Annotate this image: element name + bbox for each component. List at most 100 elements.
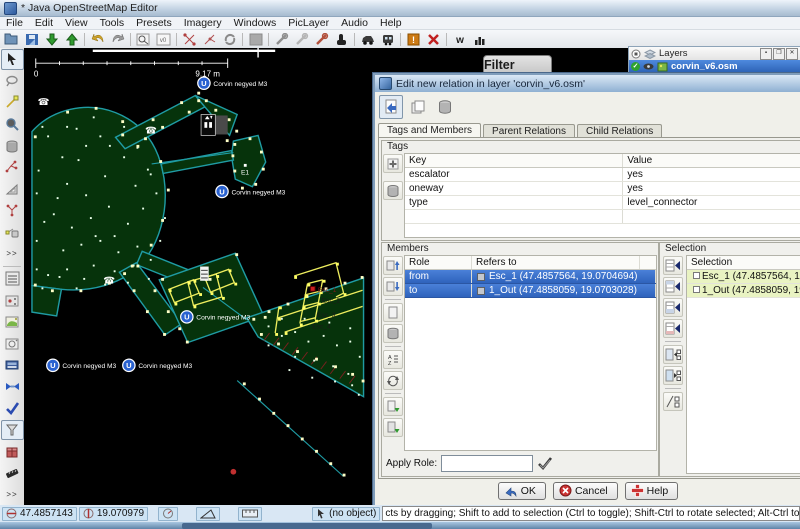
photo-icon[interactable] (1, 333, 24, 354)
undo-icon[interactable] (88, 31, 107, 48)
unglue-icon[interactable] (180, 31, 199, 48)
tab-tags-and-members[interactable]: Tags and Members (378, 123, 482, 138)
menu-audio[interactable]: Audio (335, 17, 374, 29)
menu-view[interactable]: View (59, 17, 94, 29)
menu-imagery[interactable]: Imagery (178, 17, 228, 29)
reverse-order-icon[interactable] (383, 371, 403, 390)
menu-windows[interactable]: Windows (228, 17, 283, 29)
create-node-tool-icon[interactable] (1, 222, 24, 243)
esc1-selected-node[interactable] (309, 286, 316, 292)
download-icon[interactable] (42, 31, 61, 48)
follow-hand-icon[interactable] (332, 31, 351, 48)
tag-row-type[interactable]: type level_connector (405, 196, 800, 210)
imagery-icon[interactable] (1, 312, 24, 333)
zoom-selection-icon[interactable] (134, 31, 153, 48)
add-selection-at-end-icon[interactable] (663, 319, 683, 338)
synchronize-icon[interactable] (220, 31, 239, 48)
download-incomplete-members-icon[interactable] (383, 418, 403, 437)
selection-row-1out[interactable]: 1_Out (47.4858059, 19.0703028) (687, 284, 800, 298)
menu-edit[interactable]: Edit (29, 17, 59, 29)
move-node-tool-icon[interactable] (1, 157, 24, 178)
public-transport-icon[interactable] (378, 31, 397, 48)
split-way-icon[interactable] (200, 31, 219, 48)
map-paint-1-icon[interactable] (272, 31, 291, 48)
more-tools-expander[interactable]: >> (1, 243, 24, 264)
measure-icon[interactable] (1, 463, 24, 484)
terminal-icon[interactable] (1, 355, 24, 376)
open-icon[interactable] (2, 31, 21, 48)
map-paint-2-icon[interactable] (292, 31, 311, 48)
delete-tag-icon[interactable] (383, 181, 403, 200)
apply-role-confirm-icon[interactable] (537, 456, 553, 470)
remove-member-icon[interactable] (383, 324, 403, 343)
tag-row-escalator[interactable]: escalator yes (405, 168, 800, 182)
move-member-down-icon[interactable] (383, 277, 403, 296)
layer-visible-eye-icon[interactable] (643, 62, 654, 71)
warning-icon[interactable]: ! (404, 31, 423, 48)
draw-node-tool-icon[interactable] (1, 92, 24, 113)
tag-row-oneway[interactable]: oneway yes (405, 182, 800, 196)
layer-active-check-icon[interactable]: ✓ (631, 62, 640, 71)
default-zoom-icon[interactable]: v0 (154, 31, 173, 48)
conflict-icon[interactable] (1, 377, 24, 398)
wikipedia-icon[interactable]: w (450, 31, 469, 48)
map-paint-3-icon[interactable] (312, 31, 331, 48)
apply-role-input[interactable] (441, 454, 534, 472)
ok-button[interactable]: OK (497, 482, 546, 500)
member-row-from[interactable]: from Esc_1 (47.4857564, 19.0704694) (405, 270, 656, 284)
delete-tool-icon[interactable] (1, 135, 24, 156)
sort-members-icon[interactable]: AZ (383, 350, 403, 369)
filter-icon[interactable] (0, 419, 24, 441)
menu-tools[interactable]: Tools (94, 17, 131, 29)
save-icon[interactable] (22, 31, 41, 48)
tab-parent-relations[interactable]: Parent Relations (483, 124, 575, 138)
zoom-tool-icon[interactable] (1, 114, 24, 135)
lasso-tool-icon[interactable] (1, 71, 24, 92)
layers-window-button[interactable]: ❐ (773, 47, 785, 60)
layers-stick-button[interactable]: ▪ (760, 47, 772, 60)
car-icon[interactable] (358, 31, 377, 48)
tags-table[interactable]: Key Value escalator yes oneway yes type … (404, 153, 800, 238)
close-icon[interactable] (424, 31, 443, 48)
improve-accuracy-tool-icon[interactable] (1, 178, 24, 199)
menu-help[interactable]: Help (374, 17, 408, 29)
duplicate-relation-icon[interactable] (406, 95, 430, 119)
redo-icon[interactable] (108, 31, 127, 48)
tab-child-relations[interactable]: Child Relations (576, 124, 663, 138)
more-panels-expander[interactable]: >> (1, 484, 24, 505)
member-row-to[interactable]: to 1_Out (47.4858059, 19.0703028) (405, 284, 656, 298)
remove-selected-members-icon[interactable] (663, 392, 683, 411)
delete-relation-icon[interactable] (433, 95, 457, 119)
help-button[interactable]: Help (624, 482, 679, 500)
add-selection-at-start-icon[interactable] (663, 256, 683, 275)
select-members-icon[interactable] (663, 345, 683, 364)
no-imagery-icon[interactable] (246, 31, 265, 48)
select-member-objects-icon[interactable] (663, 366, 683, 385)
menu-file[interactable]: File (0, 17, 29, 29)
move-member-up-icon[interactable] (383, 256, 403, 275)
download-members-icon[interactable] (383, 397, 403, 416)
validator-icon[interactable] (1, 398, 24, 419)
panel-toggle-icon[interactable] (1, 269, 24, 290)
add-selection-below-icon[interactable] (663, 298, 683, 317)
dialog-title-bar[interactable]: Edit new relation in layer 'corvin_v6.os… (375, 75, 800, 92)
selection-table[interactable]: Selection Esc_1 (47.4857564, 19.0704694)… (686, 255, 800, 474)
upload-icon[interactable] (62, 31, 81, 48)
select-tool-icon[interactable] (0, 49, 24, 70)
layer-row-corvin[interactable]: ✓ corvin_v6.osm (629, 60, 800, 73)
map-marker-icon[interactable] (1, 290, 24, 311)
add-tag-icon[interactable] (383, 154, 403, 173)
selection-row-esc1[interactable]: Esc_1 (47.4857564, 19.0704694) (687, 270, 800, 284)
menu-piclayer[interactable]: PicLayer (282, 17, 335, 29)
split-node-tool-icon[interactable] (1, 200, 24, 221)
members-table[interactable]: Role Refers to from Esc_1 (47.4857564, 1… (404, 255, 657, 451)
cancel-button[interactable]: Cancel (552, 482, 618, 500)
histogram-icon[interactable] (470, 31, 489, 48)
tag-row-empty[interactable] (405, 210, 800, 224)
add-selection-above-icon[interactable] (663, 277, 683, 296)
title-bar[interactable]: * Java OpenStreetMap Editor (0, 0, 800, 17)
changeset-icon[interactable] (1, 441, 24, 462)
menu-presets[interactable]: Presets (130, 17, 178, 29)
apply-changes-icon[interactable] (379, 95, 403, 119)
layers-close-button[interactable]: ✕ (786, 47, 798, 60)
